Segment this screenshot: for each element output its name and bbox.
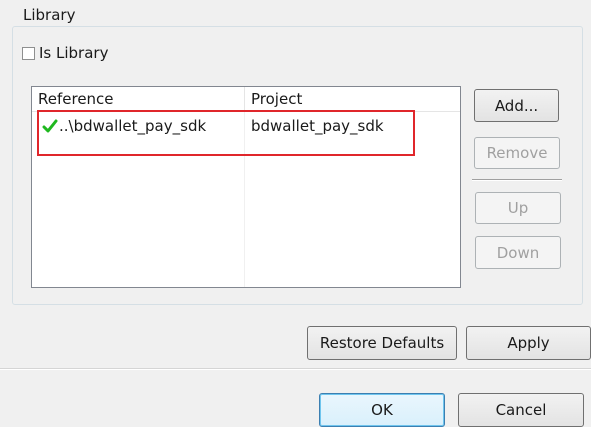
table-row[interactable]: ..\bdwallet_pay_sdk bdwallet_pay_sdk (32, 116, 460, 138)
column-divider[interactable] (244, 87, 245, 111)
table-header: Reference Project (32, 87, 460, 112)
cancel-button[interactable]: Cancel (458, 393, 584, 427)
is-library-checkbox[interactable] (22, 46, 35, 60)
restore-defaults-button[interactable]: Restore Defaults (307, 326, 457, 360)
project-cell: bdwallet_pay_sdk (251, 117, 384, 135)
library-group-title: Library (20, 6, 79, 24)
is-library-label[interactable]: Is Library (39, 44, 108, 62)
add-button[interactable]: Add... (474, 89, 559, 122)
side-buttons-separator (472, 179, 562, 181)
column-header-project[interactable]: Project (251, 90, 302, 108)
apply-button[interactable]: Apply (466, 326, 591, 360)
references-table[interactable]: Reference Project ..\bdwallet_pay_sdk bd… (31, 86, 461, 288)
column-header-reference[interactable]: Reference (38, 90, 114, 108)
reference-cell: ..\bdwallet_pay_sdk (59, 117, 207, 135)
ok-button[interactable]: OK (319, 393, 445, 427)
check-icon (42, 119, 58, 133)
up-button[interactable]: Up (475, 192, 561, 224)
down-button[interactable]: Down (475, 236, 561, 269)
dialog-separator (0, 368, 591, 370)
is-library-checkbox-row[interactable]: Is Library (22, 44, 108, 62)
remove-button[interactable]: Remove (474, 137, 560, 169)
